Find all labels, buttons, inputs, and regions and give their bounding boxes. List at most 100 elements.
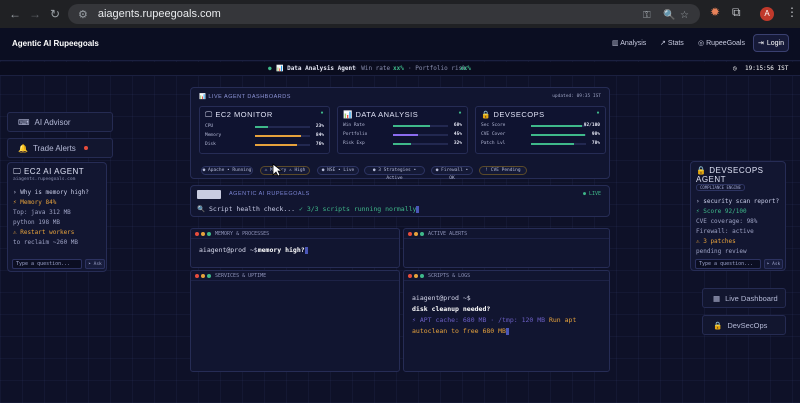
extension-icon[interactable]: ✹ (710, 5, 720, 19)
metric-row: Memory 84% (205, 132, 324, 141)
menu-icon[interactable]: ⋮ (786, 5, 798, 19)
key-icon[interactable]: ⚿ (643, 10, 651, 21)
metric-bar-fill (531, 143, 574, 145)
login-label: Login (766, 39, 784, 47)
terminal-response-stats: ⚡ APT cache: 680 MB · /tmp: 120 MB (412, 316, 546, 324)
devsecops-button[interactable]: 🔒 DevSecOps (702, 315, 786, 335)
terminal-header: MEMORY & PROCESSES (191, 229, 399, 239)
ec2-agent-chat: › Why is memory high? ⚡ Memory 84% Top: … (13, 188, 101, 248)
chat-line: › security scan report? (696, 198, 780, 205)
status-pill[interactable]: ● NSE • Live (317, 166, 359, 175)
url-text: aiagents.rupeegoals.com (97, 8, 221, 20)
devsec-ask-button[interactable]: ➤ Ask (764, 259, 783, 269)
metric-bar-fill (393, 125, 431, 127)
ai-advisor-button[interactable]: ⌨ AI Advisor (7, 112, 113, 132)
metric-row: CPU 23% (205, 123, 324, 132)
dashboard-card: 🖵 EC2 MONITOR ● CPU 23% Memory 84% Disk 76% (199, 106, 330, 154)
chat-line: CVE coverage: 98% (696, 218, 758, 225)
address-bar[interactable]: ⚙ aiagents.rupeegoals.com ⚿ 🔍 ☆ (68, 4, 700, 24)
status-pill[interactable]: ● Apache • Running (201, 166, 253, 175)
metric-bar (393, 125, 448, 127)
ticker-portfolio-value: xx% (460, 65, 471, 72)
status-pill[interactable]: ! CVE Pending (479, 166, 527, 175)
metric-row: Risk Exp 32% (343, 140, 462, 149)
live-dashboard-button[interactable]: ▦ Live Dashboard (702, 288, 786, 308)
devsec-agent-title-text: DEVSECOPS AGENT (696, 166, 764, 184)
devsecops-label: DevSecOps (727, 320, 768, 330)
metric-value: 45% (453, 132, 462, 137)
back-icon[interactable]: ← (6, 5, 24, 23)
metric-label: Risk Exp (343, 141, 365, 146)
metric-bar (255, 135, 310, 137)
terminal-prompt: aiagent@prod ~$ (199, 246, 258, 254)
live-badge: ● LIVE (582, 191, 601, 197)
ai-advisor-label: AI Advisor (34, 117, 71, 127)
metric-label: Memory (205, 133, 222, 138)
ec2-question-input[interactable]: Type a question... (12, 259, 82, 269)
ticker-win-label: · Win rate (354, 65, 391, 72)
chat-line: ⚡ Memory 84% (13, 199, 57, 206)
devsec-question-input[interactable]: Type a question... (695, 259, 761, 269)
mouse-pointer-icon (272, 163, 282, 177)
status-pill[interactable]: ● 3 Strategies • Active (364, 166, 425, 181)
cursor (505, 327, 509, 335)
metric-bar-fill (531, 134, 585, 136)
ec2-agent-card: 🖵 EC2 AI AGENT aiagents.rupeegoals.com ›… (7, 162, 107, 272)
card-title: 📊 DATA ANALYSIS ● (343, 110, 462, 119)
nav-analysis[interactable]: ▥ Analysis (612, 39, 646, 47)
reload-icon[interactable]: ↻ (46, 5, 64, 23)
login-button[interactable]: ⇥ Login (753, 34, 789, 52)
trend-icon: ↗ (660, 40, 666, 47)
terminal-response-tail: autoclean to free 680 MB (412, 327, 506, 335)
status-dot: ● (320, 110, 324, 116)
terminal-response: ⚡ APT cache: 680 MB · /tmp: 120 MB Run a… (412, 315, 601, 326)
dashboard-card: 🔒 DEVSECOPS ● Sec Score 92/100 CVE Cover 98% P… (475, 106, 606, 154)
bell-icon: 🔔 (18, 143, 28, 153)
metric-row: Portfolio 45% (343, 131, 462, 140)
trade-alerts-label: Trade Alerts (32, 143, 76, 153)
card-title: 🖵 EC2 MONITOR ● (205, 110, 324, 120)
terminal-title: ACTIVE ALERTS (428, 230, 468, 237)
metric-label: Disk (205, 142, 216, 147)
terminal-header: SERVICES & UPTIME (191, 271, 399, 281)
nav-rupeegoals[interactable]: ◎ RupeeGoals (698, 39, 745, 47)
status-pill[interactable]: ⚠ Memory ⚠ High (260, 166, 310, 175)
metric-bar (531, 125, 586, 127)
forward-icon[interactable]: → (26, 5, 44, 23)
card-title-text: EC2 MONITOR (215, 110, 273, 119)
metric-label: CVE Cover (481, 132, 506, 137)
target-icon: ◎ (698, 40, 705, 47)
lock-icon: 🔒 (696, 166, 707, 175)
devsec-agent-chat: › security scan report? ⚡ Score 92/100 C… (696, 197, 780, 257)
metric-bar-fill (531, 125, 582, 127)
services-terminal: SERVICES & UPTIME (190, 270, 400, 372)
status-dot: ● (596, 110, 600, 116)
profile-avatar[interactable]: A (760, 7, 774, 21)
bookmark-star-icon[interactable]: ☆ (680, 10, 689, 21)
ec2-ask-button[interactable]: ➤ Ask (85, 259, 105, 269)
nav-stats[interactable]: ↗ Stats (660, 39, 684, 47)
terminal-header: ACTIVE ALERTS (404, 229, 609, 239)
terminal-title: MEMORY & PROCESSES (215, 230, 270, 237)
extensions-puzzle-icon[interactable]: ⧉ (732, 5, 741, 20)
chat-line: ⚡ Score 92/100 (696, 208, 747, 215)
trade-alerts-button[interactable]: 🔔 Trade Alerts (7, 138, 113, 158)
health-check-line: 🔍 Script health check... (197, 205, 296, 213)
chart-icon: ▥ (612, 40, 619, 47)
nav-stats-label: Stats (667, 40, 684, 47)
memory-terminal: MEMORY & PROCESSES aiagent@prod ~$memory… (190, 228, 400, 268)
metric-label: CPU (205, 124, 214, 129)
monitor-icon: 🖵 (205, 110, 213, 119)
health-check-ok: ✓ 3/3 scripts running normally (299, 205, 417, 213)
cursor (416, 205, 420, 213)
logo-image (197, 190, 221, 199)
site-info-icon[interactable]: ⚙ (78, 8, 88, 21)
metric-value: 32% (453, 141, 462, 146)
zoom-icon[interactable]: 🔍 (663, 10, 675, 21)
ec2-agent-title: 🖵 EC2 AI AGENT (13, 167, 101, 177)
terminal-bar-title: AGENTIC AI RUPEEGOALS (229, 191, 310, 197)
metric-label: Portfolio (343, 132, 368, 137)
terminal-body: aiagent@prod ~$memory high? (191, 239, 399, 262)
status-pill[interactable]: ● Firewall • OK (431, 166, 473, 181)
metric-bar (531, 134, 586, 136)
